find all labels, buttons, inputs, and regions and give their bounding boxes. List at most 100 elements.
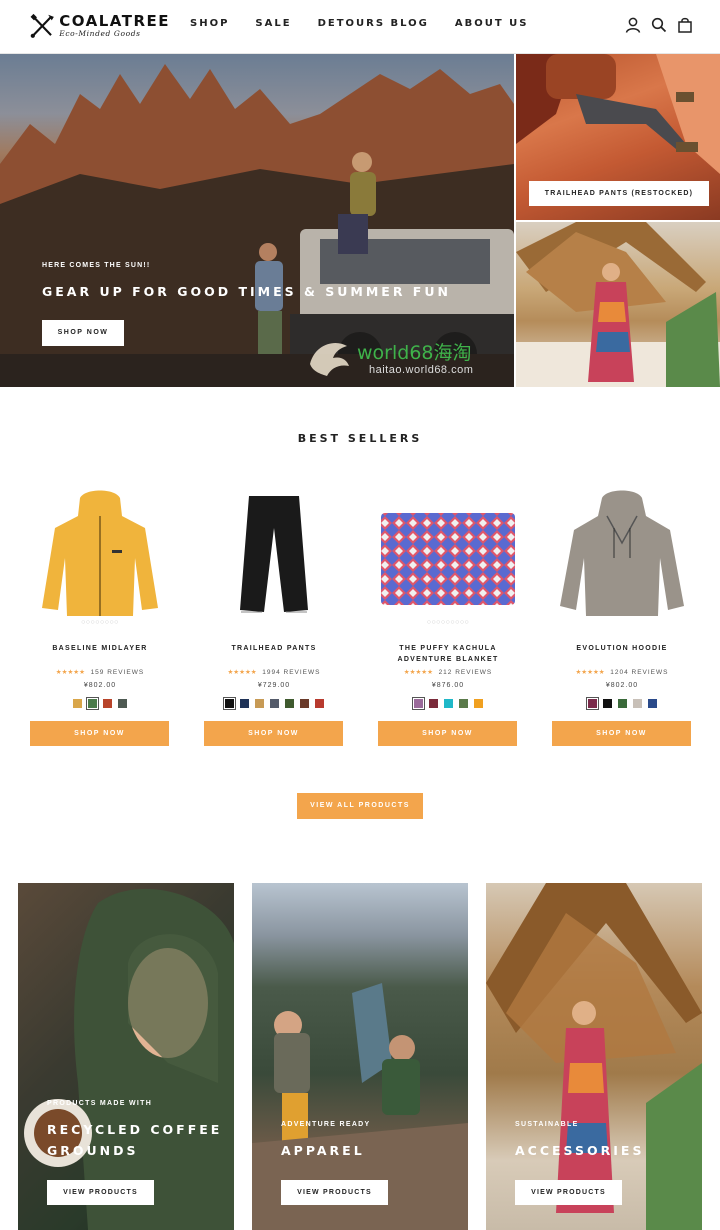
trailhead-pants-button[interactable]: TRAILHEAD PANTS (RESTOCKED) <box>529 181 709 206</box>
product-card-trailhead-pants[interactable]: TRAILHEAD PANTS ★★★★★ 1994 REVIEWS ¥729.… <box>204 488 344 748</box>
review-count: 1204 REVIEWS <box>610 669 669 676</box>
color-swatch[interactable] <box>103 699 112 708</box>
beach-hut-image <box>516 222 720 387</box>
rating-stars: ★★★★★ <box>55 669 85 676</box>
color-swatches <box>552 697 692 710</box>
brand-name: COALATREE <box>59 12 170 30</box>
product-name[interactable]: TRAILHEAD PANTS <box>204 643 344 654</box>
product-name[interactable]: EVOLUTION HOODIE <box>552 643 692 654</box>
view-all-products-button[interactable]: VIEW ALL PRODUCTS <box>297 793 423 819</box>
color-swatch[interactable] <box>602 699 612 708</box>
product-rating: ★★★★★ 1204 REVIEWS <box>552 668 692 676</box>
product-price: ¥802.00 <box>605 682 639 689</box>
rating-stars: ★★★★★ <box>575 669 605 676</box>
product-price: ¥876.00 <box>431 682 465 689</box>
color-swatch[interactable] <box>443 699 453 708</box>
main-nav: SHOP SALE DETOURS BLOG ABOUT US <box>190 18 554 29</box>
color-swatch[interactable] <box>299 699 309 708</box>
hero-eyebrow: HERE COMES THE SUN!! <box>42 262 151 269</box>
category-eyebrow: ADVENTURE READY <box>281 1121 371 1128</box>
watermark-bird-icon <box>310 343 349 376</box>
watermark-text: world68海淘 <box>357 342 472 364</box>
color-swatch[interactable] <box>239 699 249 708</box>
category-image-beach-hut <box>486 883 702 1230</box>
category-title: APPAREL <box>281 1143 365 1158</box>
crossed-tools-icon <box>30 13 54 38</box>
color-swatch[interactable] <box>73 699 82 708</box>
category-card-accessories[interactable]: SUSTAINABLE ACCESSORIES VIEW PRODUCTS <box>486 883 702 1230</box>
color-swatch[interactable] <box>617 699 627 708</box>
product-image-hoodie <box>560 490 684 616</box>
category-card-recycled-coffee[interactable]: PRODUCTS MADE WITH RECYCLED COFFEE GROUN… <box>18 883 234 1230</box>
color-swatch[interactable] <box>222 697 236 710</box>
color-swatch[interactable] <box>269 699 279 708</box>
product-image-jacket <box>42 490 158 616</box>
watermark: world68海淘 haitao.world68.com <box>305 334 514 384</box>
color-swatch[interactable] <box>632 699 642 708</box>
nav-item-about-us[interactable]: ABOUT US <box>455 18 529 29</box>
view-products-button[interactable]: VIEW PRODUCTS <box>281 1180 388 1205</box>
color-swatch[interactable] <box>254 699 264 708</box>
brand-text: COALATREE Eco-Minded Goods <box>59 13 170 39</box>
hero-side-beach-image[interactable] <box>516 222 720 387</box>
shop-now-button[interactable]: SHOP NOW <box>378 721 517 746</box>
product-rating: ★★★★★ 1994 REVIEWS <box>204 668 344 676</box>
shop-now-button[interactable]: SHOP NOW <box>552 721 691 746</box>
color-swatch[interactable] <box>428 699 438 708</box>
category-image-hikers <box>252 983 468 1230</box>
header-icons <box>616 16 694 34</box>
product-name[interactable]: THE PUFFY KACHULA ADVENTURE BLANKET <box>378 643 518 665</box>
product-image-pants <box>240 496 308 613</box>
category-eyebrow: SUSTAINABLE <box>515 1121 579 1128</box>
color-swatches <box>204 697 344 710</box>
nav-item-sale[interactable]: SALE <box>255 18 291 29</box>
search-icon[interactable] <box>650 16 668 34</box>
color-swatch[interactable] <box>411 697 425 710</box>
product-image-blanket <box>381 513 515 605</box>
review-count: 159 REVIEWS <box>90 669 145 676</box>
color-swatches <box>378 697 518 710</box>
best-sellers-title: BEST SELLERS <box>297 432 423 445</box>
account-icon[interactable] <box>624 16 642 34</box>
shop-now-button[interactable]: SHOP NOW <box>204 721 343 746</box>
product-card-kachula-blanket[interactable]: ○○○○○○○○○ THE PUFFY KACHULA ADVENTURE BL… <box>378 488 518 748</box>
product-price: ¥729.00 <box>257 682 291 689</box>
color-swatch[interactable] <box>473 699 483 708</box>
color-swatch[interactable] <box>284 699 294 708</box>
product-name[interactable]: BASELINE MIDLAYER <box>30 643 170 654</box>
brand-logo[interactable]: COALATREE Eco-Minded Goods <box>30 8 170 44</box>
color-swatch[interactable] <box>118 699 127 708</box>
category-eyebrow: PRODUCTS MADE WITH <box>47 1100 153 1107</box>
view-products-button[interactable]: VIEW PRODUCTS <box>515 1180 622 1205</box>
color-swatch[interactable] <box>314 699 324 708</box>
category-image-hoodie-woman <box>24 888 234 1230</box>
color-swatch[interactable] <box>585 697 599 710</box>
nav-item-shop[interactable]: SHOP <box>190 18 229 29</box>
product-price: ¥802.00 <box>83 682 117 689</box>
image-pagination-dots: ○○○○○○○○○ <box>426 619 470 626</box>
color-swatch[interactable] <box>647 699 657 708</box>
color-swatches <box>30 697 170 710</box>
shop-now-button[interactable]: SHOP NOW <box>30 721 169 746</box>
color-swatch[interactable] <box>86 697 99 710</box>
category-card-apparel[interactable]: ADVENTURE READY APPAREL VIEW PRODUCTS <box>252 883 468 1230</box>
review-count: 1994 REVIEWS <box>262 669 321 676</box>
rating-stars: ★★★★★ <box>227 669 257 676</box>
hero-banner[interactable]: HERE COMES THE SUN!! GEAR UP FOR GOOD TI… <box>0 54 514 387</box>
rating-stars: ★★★★★ <box>403 669 433 676</box>
hero-shop-now-button[interactable]: SHOP NOW <box>42 320 124 346</box>
color-swatch[interactable] <box>458 699 468 708</box>
nav-item-detours-blog[interactable]: DETOURS BLOG <box>318 18 429 29</box>
product-rating: ★★★★★ 212 REVIEWS <box>378 668 518 676</box>
review-count: 212 REVIEWS <box>438 669 493 676</box>
product-card-evolution-hoodie[interactable]: EVOLUTION HOODIE ★★★★★ 1204 REVIEWS ¥802… <box>552 488 692 748</box>
bag-icon[interactable] <box>676 16 694 34</box>
product-rating: ★★★★★ 159 REVIEWS <box>30 668 170 676</box>
site-header: COALATREE Eco-Minded Goods SHOP SALE DET… <box>0 0 720 54</box>
brand-tagline: Eco-Minded Goods <box>59 29 141 38</box>
hero-side-promo-pants[interactable]: TRAILHEAD PANTS (RESTOCKED) <box>516 54 720 220</box>
view-products-button[interactable]: VIEW PRODUCTS <box>47 1180 154 1205</box>
category-title: RECYCLED COFFEE GROUNDS <box>47 1122 223 1158</box>
product-card-baseline-midlayer[interactable]: ○○○○○○○○ BASELINE MIDLAYER ★★★★★ 159 REV… <box>30 488 170 748</box>
hero-title: GEAR UP FOR GOOD TIMES & SUMMER FUN <box>42 284 451 299</box>
